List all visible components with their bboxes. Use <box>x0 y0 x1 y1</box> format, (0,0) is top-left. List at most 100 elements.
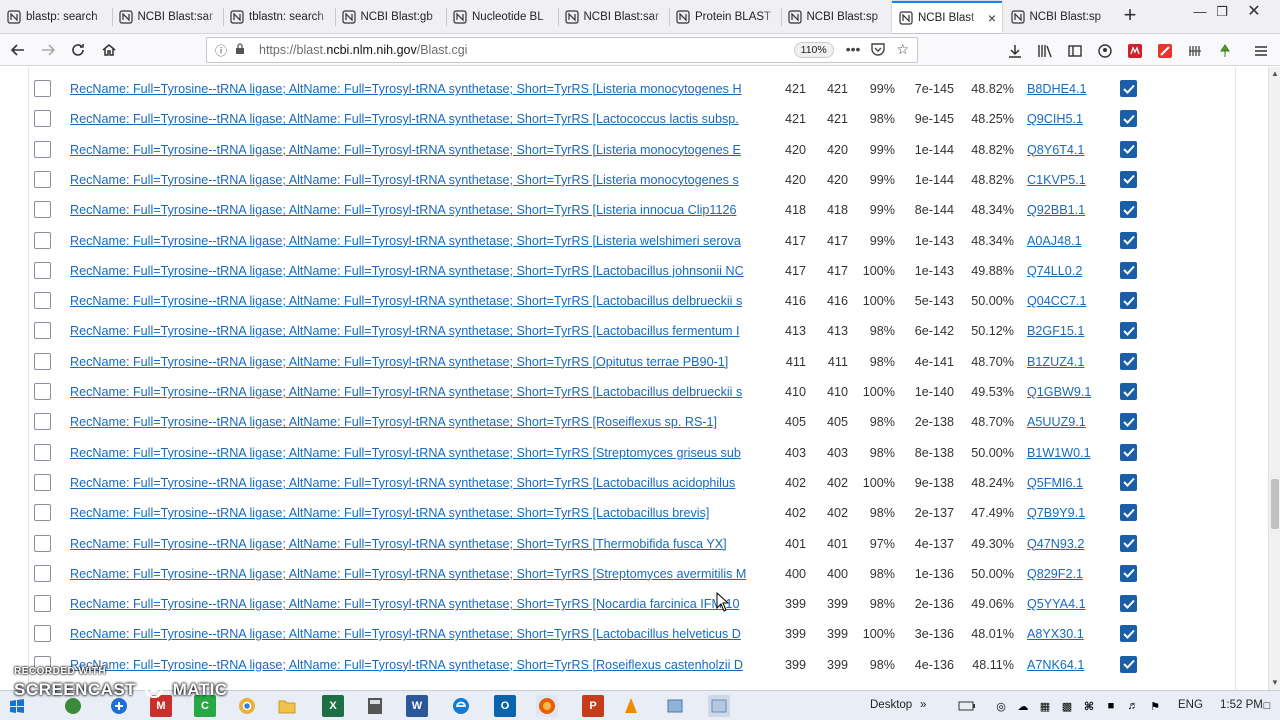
row-checked-checkbox[interactable] <box>1120 564 1137 582</box>
sequence-description-link[interactable]: RecName: Full=Tyrosine--tRNA ligase; Alt… <box>70 112 774 126</box>
info-icon[interactable]: ⓘ <box>215 42 235 59</box>
sequence-description-link[interactable]: RecName: Full=Tyrosine--tRNA ligase; Alt… <box>70 203 774 217</box>
sequence-description-link[interactable]: RecName: Full=Tyrosine--tRNA ligase; Alt… <box>70 446 774 460</box>
extension-grid-icon[interactable] <box>1186 42 1204 60</box>
extension-pdf-icon[interactable] <box>1156 42 1174 60</box>
accession-link[interactable]: A8YX30.1 <box>1027 627 1084 641</box>
calculator-icon[interactable] <box>364 695 386 717</box>
row-checked-checkbox[interactable] <box>1120 352 1137 370</box>
row-select-checkbox[interactable] <box>34 383 51 400</box>
row-checked-checkbox[interactable] <box>1120 170 1137 188</box>
row-select-checkbox[interactable] <box>34 322 51 340</box>
vlc-icon[interactable] <box>620 695 642 717</box>
bookmark-star-icon[interactable]: ☆ <box>896 41 909 60</box>
row-select-checkbox[interactable] <box>34 170 51 188</box>
input-language[interactable]: ENG <box>1178 699 1203 711</box>
wifi-icon[interactable]: ⌘ <box>1078 695 1100 717</box>
home-button[interactable] <box>97 38 121 62</box>
row-select-checkbox[interactable] <box>34 231 51 249</box>
browser-tab[interactable]: NCBI Blast:sp <box>781 2 891 32</box>
zoom-level-badge[interactable]: 110% <box>793 42 834 58</box>
row-checked-checkbox[interactable] <box>1120 413 1137 431</box>
row-checked-checkbox[interactable] <box>1120 473 1137 491</box>
accession-link[interactable]: Q9CIH5.1 <box>1027 112 1083 126</box>
accession-link[interactable]: Q47N93.2 <box>1027 537 1084 551</box>
row-select-checkbox[interactable] <box>34 352 51 370</box>
browser-tab[interactable]: NCBI Blast:gb <box>335 2 445 32</box>
desktop-toolbar-label[interactable]: Desktop <box>870 699 912 711</box>
browser-tab[interactable]: blastp: search <box>0 2 110 32</box>
address-bar[interactable]: ⓘ https://blast.ncbi.nlm.nih.gov/Blast.c… <box>206 37 918 63</box>
accession-link[interactable]: A5UUZ9.1 <box>1027 415 1086 429</box>
lock-icon[interactable] <box>235 42 255 58</box>
accession-link[interactable]: Q74LL0.2 <box>1027 264 1082 278</box>
accession-link[interactable]: Q5YYA4.1 <box>1027 597 1086 611</box>
accession-link[interactable]: B2GF15.1 <box>1027 324 1084 338</box>
row-checked-checkbox[interactable] <box>1120 443 1137 461</box>
page-actions-icon[interactable]: ••• <box>846 41 861 60</box>
row-checked-checkbox[interactable] <box>1120 231 1137 249</box>
sidebar-icon[interactable] <box>1066 42 1084 60</box>
library-icon[interactable] <box>1036 42 1054 60</box>
sequence-description-link[interactable]: RecName: Full=Tyrosine--tRNA ligase; Alt… <box>70 173 774 187</box>
app-window-active-icon[interactable] <box>708 695 730 717</box>
url-text[interactable]: https://blast.ncbi.nlm.nih.gov/Blast.cgi <box>259 43 794 57</box>
downloads-icon[interactable] <box>1006 42 1024 60</box>
sequence-description-link[interactable]: RecName: Full=Tyrosine--tRNA ligase; Alt… <box>70 294 774 308</box>
row-select-checkbox[interactable] <box>34 443 51 461</box>
reload-button[interactable] <box>66 38 90 62</box>
accession-link[interactable]: Q829F2.1 <box>1027 567 1083 581</box>
row-checked-checkbox[interactable] <box>1120 140 1137 158</box>
hamburger-menu-icon[interactable] <box>1252 42 1270 60</box>
row-select-checkbox[interactable] <box>34 625 51 643</box>
browser-tab[interactable]: tblastn: search <box>223 2 333 32</box>
accession-link[interactable]: C1KVP5.1 <box>1027 173 1086 187</box>
scroll-thumb[interactable] <box>1271 479 1279 529</box>
accession-link[interactable]: B8DHE4.1 <box>1027 82 1087 96</box>
accession-link[interactable]: B1ZUZ4.1 <box>1027 355 1084 369</box>
scroll-up-icon[interactable]: ▲ <box>1269 67 1280 81</box>
window-close-button[interactable]: ✕ <box>1240 2 1268 22</box>
browser-tab[interactable]: NCBI Blast:sar <box>112 2 222 32</box>
sequence-description-link[interactable]: RecName: Full=Tyrosine--tRNA ligase; Alt… <box>70 415 774 429</box>
row-select-checkbox[interactable] <box>34 201 51 219</box>
tray-app-3-icon[interactable]: ■ <box>1100 695 1122 717</box>
row-select-checkbox[interactable] <box>34 261 51 279</box>
browser-tab[interactable]: Protein BLAST <box>669 2 779 32</box>
row-checked-checkbox[interactable] <box>1120 80 1137 97</box>
sequence-description-link[interactable]: RecName: Full=Tyrosine--tRNA ligase; Alt… <box>70 324 774 338</box>
battery-icon[interactable] <box>956 695 978 717</box>
browser-tab[interactable]: NCBI Blast × <box>892 1 1002 33</box>
sequence-description-link[interactable]: RecName: Full=Tyrosine--tRNA ligase; Alt… <box>70 476 774 490</box>
browser-tab[interactable]: NCBI Blast:sp <box>1004 2 1114 32</box>
row-checked-checkbox[interactable] <box>1120 383 1137 400</box>
row-select-checkbox[interactable] <box>34 534 51 552</box>
accession-link[interactable]: Q7B9Y9.1 <box>1027 506 1085 520</box>
sequence-description-link[interactable]: RecName: Full=Tyrosine--tRNA ligase; Alt… <box>70 385 774 399</box>
account-icon[interactable] <box>1096 42 1114 60</box>
cloud-icon[interactable]: ☁ <box>1012 695 1034 717</box>
browser-tab[interactable]: Nucleotide BL <box>446 2 556 32</box>
sequence-description-link[interactable]: RecName: Full=Tyrosine--tRNA ligase; Alt… <box>70 658 774 672</box>
accession-link[interactable]: Q92BB1.1 <box>1027 203 1085 217</box>
extension-red-icon[interactable] <box>1126 42 1144 60</box>
row-checked-checkbox[interactable] <box>1120 655 1137 673</box>
sequence-description-link[interactable]: RecName: Full=Tyrosine--tRNA ligase; Alt… <box>70 567 774 581</box>
scroll-down-icon[interactable]: ▼ <box>1269 676 1280 690</box>
notifications-icon[interactable]: □ <box>1256 695 1278 717</box>
extension-green-icon[interactable] <box>1216 42 1234 60</box>
sequence-description-link[interactable]: RecName: Full=Tyrosine--tRNA ligase; Alt… <box>70 264 774 278</box>
sequence-description-link[interactable]: RecName: Full=Tyrosine--tRNA ligase; Alt… <box>70 82 774 96</box>
sequence-description-link[interactable]: RecName: Full=Tyrosine--tRNA ligase; Alt… <box>70 143 774 157</box>
word-icon[interactable]: W <box>406 695 428 717</box>
network-icon[interactable]: ◎ <box>990 695 1012 717</box>
outlook-icon[interactable]: O <box>494 695 516 717</box>
row-checked-checkbox[interactable] <box>1120 322 1137 340</box>
row-select-checkbox[interactable] <box>34 564 51 582</box>
row-checked-checkbox[interactable] <box>1120 201 1137 219</box>
row-checked-checkbox[interactable] <box>1120 292 1137 310</box>
accession-link[interactable]: Q5FMI6.1 <box>1027 476 1083 490</box>
file-explorer-icon[interactable] <box>276 695 298 717</box>
sequence-description-link[interactable]: RecName: Full=Tyrosine--tRNA ligase; Alt… <box>70 234 774 248</box>
row-select-checkbox[interactable] <box>34 473 51 491</box>
